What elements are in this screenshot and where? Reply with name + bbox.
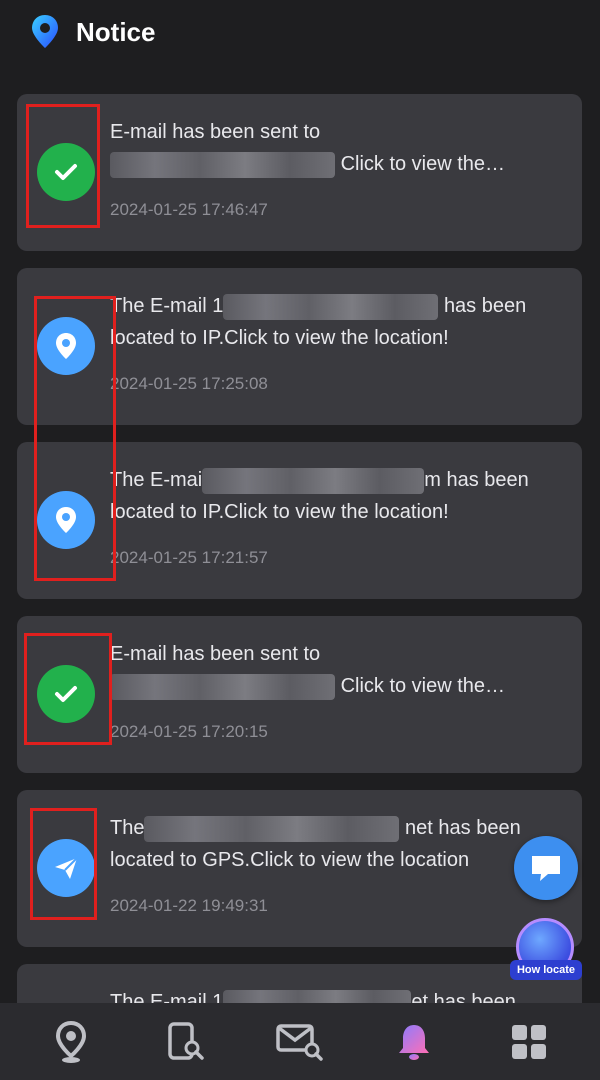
redacted-email: [144, 815, 400, 842]
notice-message: E-mail has been sent to Click to view th…: [110, 638, 562, 702]
notice-line1-prefix: The E-mail 1: [110, 295, 224, 317]
page-title: Notice: [76, 16, 156, 47]
redacted-email: [202, 467, 425, 494]
location-pin-logo-icon: [32, 15, 58, 48]
chat-bubble-icon: [532, 856, 560, 881]
notice-line2-suffix: Click to view the…: [340, 675, 506, 697]
grid-apps-icon: [511, 1024, 546, 1059]
redacted-email: [110, 151, 335, 178]
notice-line1-prefix: The: [110, 817, 145, 839]
how-locate-label: How locate: [510, 960, 582, 980]
check-icon: [37, 143, 95, 201]
notice-timestamp: 2024-01-25 17:46:47: [110, 200, 268, 219]
notice-timestamp: 2024-01-25 17:21:57: [110, 548, 268, 567]
notice-line2: located to IP.Click to view the location…: [110, 501, 449, 523]
notice-line1-suffix: has been: [443, 295, 527, 317]
phone-search-icon: [167, 1021, 204, 1060]
notice-message: The net has been located to GPS.Click to…: [110, 812, 562, 876]
notice-card[interactable]: E-mail has been sent to Click to view th…: [17, 94, 582, 251]
notice-card[interactable]: The net has been located to GPS.Click to…: [17, 790, 582, 947]
tab-phone-search[interactable]: [156, 1012, 216, 1072]
notice-card[interactable]: The E-mail 1 has been located to IP.Clic…: [17, 268, 582, 425]
notice-card[interactable]: E-mail has been sent to Click to view th…: [17, 616, 582, 773]
notice-line2: located to GPS.Click to view the locatio…: [110, 849, 470, 871]
check-icon: [37, 665, 95, 723]
notice-line2: located to IP.Click to view the location…: [110, 327, 449, 349]
header: Notice: [0, 0, 600, 64]
notice-message: The E-mail 1 et has been: [110, 986, 562, 1004]
notice-line1: E-mail has been sent to: [110, 643, 321, 665]
notice-timestamp: 2024-01-25 17:25:08: [110, 374, 268, 393]
notice-message: The E-mai m has been located to IP.Click …: [110, 464, 562, 528]
mail-search-icon: [276, 1023, 323, 1061]
notice-line1-suffix: m has been: [424, 469, 529, 491]
notice-line1-suffix: net has been: [405, 817, 521, 839]
location-pin-icon: [37, 491, 95, 549]
notice-card[interactable]: The E-mail 1 et has been: [17, 964, 582, 1004]
chat-button[interactable]: [514, 836, 578, 900]
notice-line2-suffix: Click to view the…: [340, 153, 506, 175]
location-tab-icon: [56, 1020, 87, 1063]
notice-timestamp: 2024-01-25 17:20:15: [110, 722, 268, 741]
tab-apps[interactable]: [499, 1012, 559, 1072]
bottom-tab-bar: [0, 1003, 600, 1080]
send-icon: [37, 839, 95, 897]
notice-timestamp: 2024-01-22 19:49:31: [110, 896, 268, 915]
notice-message: E-mail has been sent to Click to view th…: [110, 116, 562, 180]
location-pin-icon: [37, 317, 95, 375]
bell-icon: [399, 1024, 430, 1060]
notice-line1-prefix: The E-mai: [110, 469, 203, 491]
redacted-email: [223, 293, 439, 320]
notice-card[interactable]: The E-mai m has been located to IP.Click …: [17, 442, 582, 599]
redacted-email: [110, 673, 335, 700]
redacted-email: [223, 989, 412, 1004]
tab-notice[interactable]: [384, 1012, 444, 1072]
tab-locate[interactable]: [41, 1012, 101, 1072]
tab-mail-search[interactable]: [270, 1012, 330, 1072]
notice-message: The E-mail 1 has been located to IP.Clic…: [110, 290, 562, 354]
how-locate-button[interactable]: How locate: [506, 918, 586, 984]
notice-line1: E-mail has been sent to: [110, 121, 321, 143]
